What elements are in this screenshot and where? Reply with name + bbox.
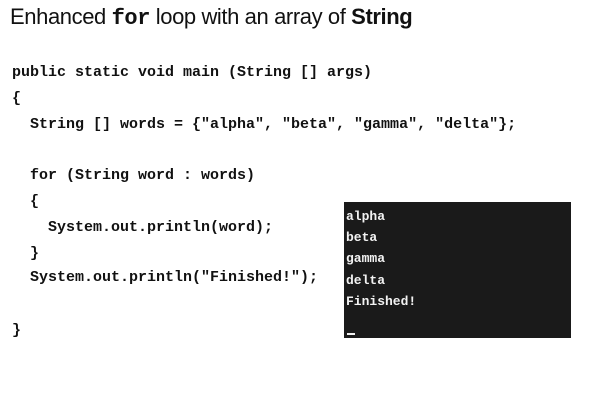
title-keyword: for [111,6,151,31]
console-line-alpha: alpha [346,209,386,224]
console-line-delta: delta [346,272,386,288]
code-line-println-finished: System.out.println("Finished!"); [12,269,319,286]
code-line-loop-close-brace: } [12,245,40,262]
console-cursor [347,333,355,335]
console-line-gamma: gamma [346,251,386,267]
console-line-finished: Finished! [346,293,417,309]
code-line-open-brace: { [12,90,22,107]
title-middle: loop with an array of [150,4,352,29]
code-line-loop-open-brace: { [12,193,40,210]
code-line-println-word: System.out.println(word); [12,219,274,236]
title-prefix: Enhanced [10,4,112,29]
console-line-beta: beta [346,230,378,246]
slide-title: Enhanced for loop with an array of Strin… [10,4,413,31]
code-line-close-brace: } [12,322,22,339]
code-line-array-declaration: String [] words = {"alpha", "beta", "gam… [12,116,517,133]
code-line-for-header: for (String word : words) [12,167,256,184]
code-line-main-signature: public static void main (String [] args) [12,64,373,81]
console-output-window[interactable]: alpha beta gamma delta Finished! [344,202,571,338]
title-emphasis: String [351,4,413,29]
